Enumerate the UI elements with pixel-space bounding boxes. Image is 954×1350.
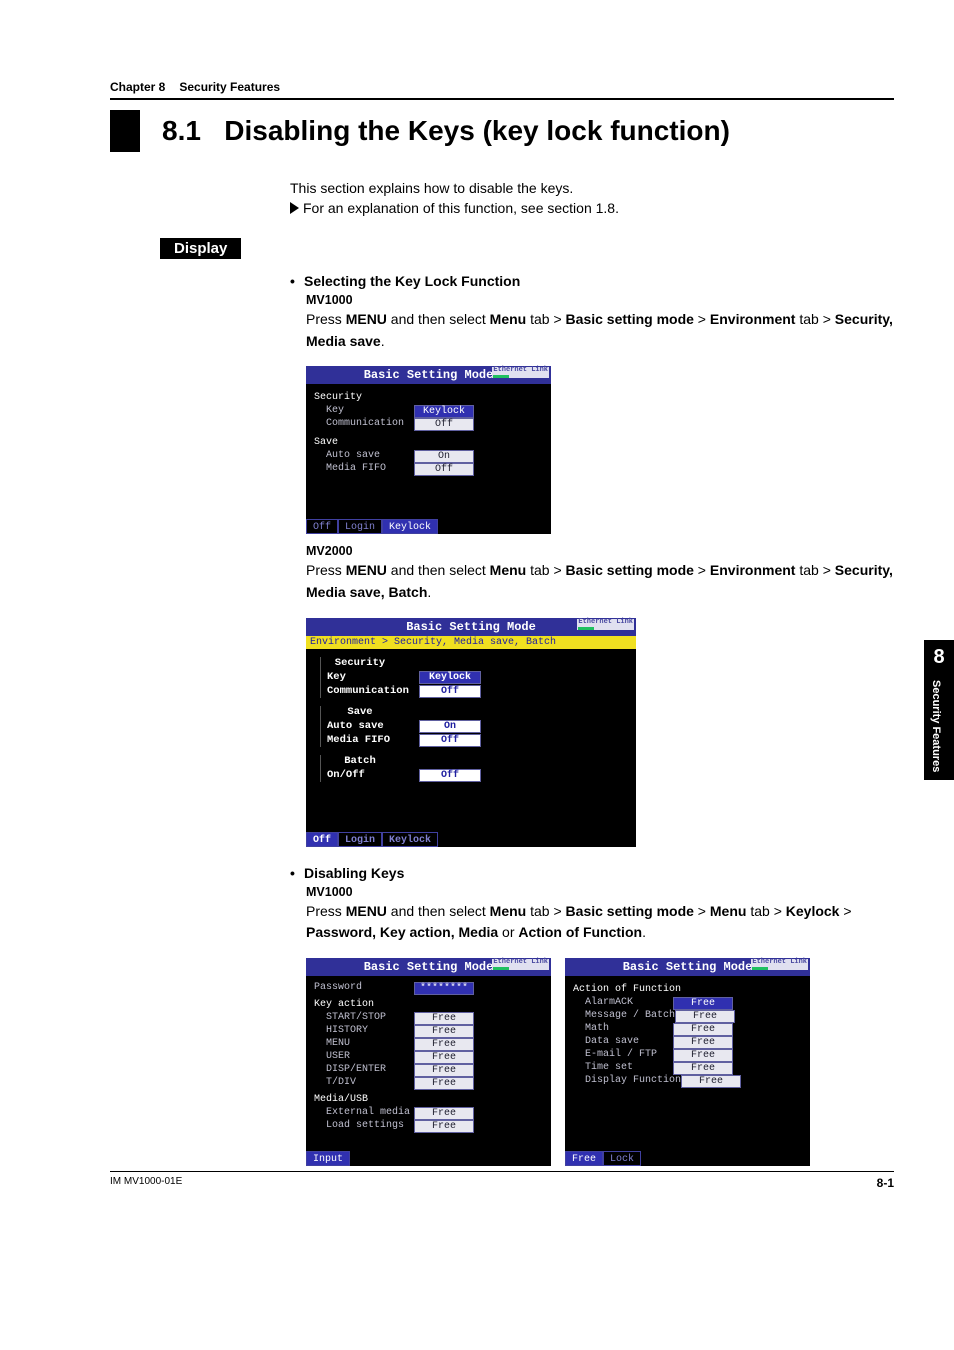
screenshot-keylock-left: Basic Setting Mode Ethernet Link Passwor… — [306, 958, 551, 1166]
section-title-row: 8.1 Disabling the Keys (key lock functio… — [110, 110, 894, 152]
ethernet-icon: Ethernet Link — [751, 959, 808, 970]
breadcrumb-bar: Environment > Security, Media save, Batc… — [306, 636, 636, 649]
screenshot-mv1000-select: Basic Setting Mode Ethernet Link Securit… — [306, 366, 551, 534]
title-bar-icon — [110, 110, 140, 152]
model-mv1000: MV1000 — [306, 293, 894, 307]
display-heading: Display — [160, 238, 241, 259]
side-tab: 8 Security Features — [924, 640, 954, 780]
bullet-disabling: •Disabling Keys — [290, 865, 894, 881]
instruction-2: Press MENU and then select Menu tab > Ba… — [306, 560, 894, 603]
bullet-selecting: •Selecting the Key Lock Function — [290, 273, 894, 289]
ethernet-icon: Ethernet Link — [577, 619, 634, 630]
ethernet-icon: Ethernet Link — [492, 959, 549, 970]
play-icon — [290, 202, 299, 214]
instruction-3: Press MENU and then select Menu tab > Ba… — [306, 901, 894, 944]
page-footer: IM MV1000-01E 8-1 — [110, 1171, 894, 1190]
rule — [110, 98, 894, 100]
screenshot-keylock-right: Basic Setting Mode Ethernet Link Action … — [565, 958, 810, 1166]
chapter-header: Chapter 8Security Features — [110, 80, 894, 94]
instruction-1: Press MENU and then select Menu tab > Ba… — [306, 309, 894, 352]
ethernet-icon: Ethernet Link — [492, 367, 549, 378]
model-mv2000: MV2000 — [306, 544, 894, 558]
model-mv1000-2: MV1000 — [306, 885, 894, 899]
ref-text: For an explanation of this function, see… — [290, 200, 894, 216]
screenshot-mv2000-select: Basic Setting Mode Ethernet Link Environ… — [306, 618, 636, 847]
intro-text: This section explains how to disable the… — [290, 180, 894, 196]
